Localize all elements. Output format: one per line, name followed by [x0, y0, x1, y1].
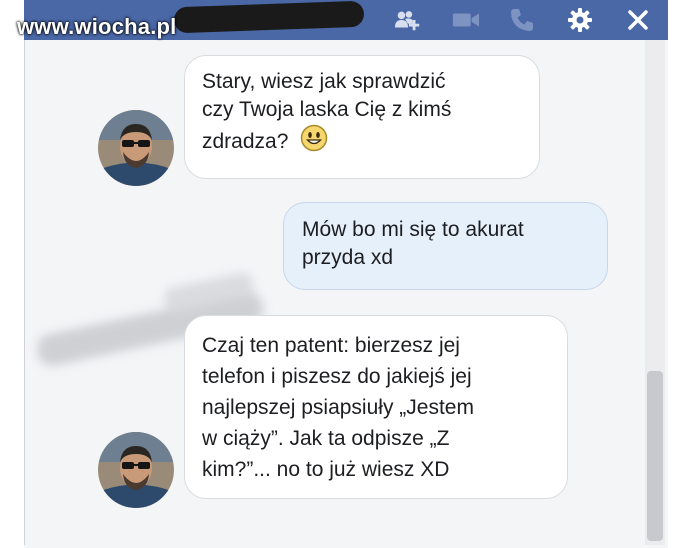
scrollbar-thumb[interactable] — [647, 371, 663, 541]
message-line: najlepszej psiapsiuły „Jestem — [202, 396, 474, 419]
contact-avatar[interactable] — [98, 432, 174, 508]
message-line: kim?”... no to już wiesz XD — [202, 458, 450, 481]
message-line: czy Twoja laska Cię z kimś — [202, 98, 452, 121]
contact-avatar[interactable] — [98, 110, 174, 186]
message-line: Stary, wiesz jak sprawdzić — [202, 70, 446, 93]
message-line: zdradza? — [202, 129, 289, 153]
message-bubble-received: Czaj ten patent: bierzesz jej telefon i … — [184, 315, 568, 499]
message-line: Czaj ten patent: bierzesz jej — [202, 334, 460, 357]
close-icon[interactable] — [624, 6, 652, 34]
watermark: www.wiocha.pl — [17, 14, 177, 39]
settings-icon[interactable] — [566, 6, 594, 34]
message-line: przyda xd — [302, 246, 394, 269]
divider — [24, 40, 25, 545]
message-line: Mów bo mi się to akurat — [302, 218, 524, 241]
message-line: telefon i piszesz do jakiejś jej — [202, 365, 472, 388]
smiley-icon — [300, 124, 328, 160]
message-bubble-sent: Mów bo mi się to akurat przyda xd — [283, 202, 608, 290]
video-call-icon[interactable] — [452, 6, 480, 34]
add-friends-icon[interactable] — [394, 6, 422, 34]
redacted-contact-name — [173, 0, 365, 34]
phone-call-icon[interactable] — [508, 6, 536, 34]
message-bubble-received: Stary, wiesz jak sprawdzić czy Twoja las… — [184, 55, 540, 179]
message-line: w ciąży”. Jak ta odpisze „Z — [202, 427, 450, 450]
